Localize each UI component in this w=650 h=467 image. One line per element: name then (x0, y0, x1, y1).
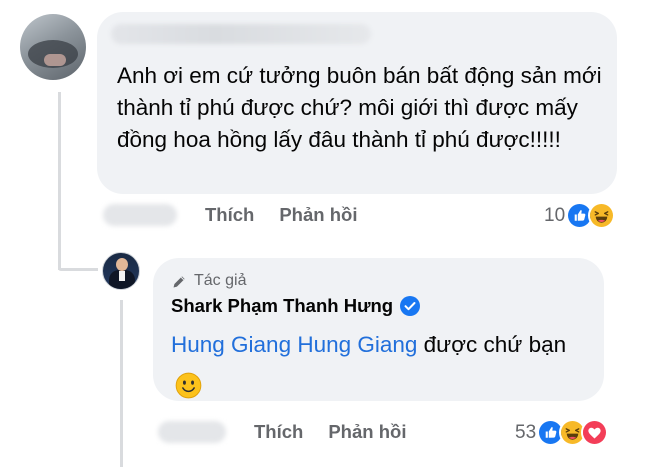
reply-text: Hung Giang Hung Giang được chứ bạn (171, 324, 591, 406)
timestamp-blurred (103, 204, 177, 226)
author-avatar[interactable] (102, 252, 140, 290)
reaction-count: 53 (515, 421, 537, 443)
comment-bubble: Anh ơi em cứ tưởng buôn bán bất động sản… (97, 12, 617, 194)
author-name[interactable]: Shark Phạm Thanh Hưng (171, 295, 421, 317)
verified-badge-icon (400, 296, 421, 316)
love-reaction-icon (581, 419, 609, 446)
author-badge: Tác giả (171, 270, 246, 292)
reactions-summary[interactable]: 53 (515, 419, 609, 446)
timestamp-blurred (158, 421, 226, 443)
commenter-name-blurred (111, 24, 371, 44)
comment-actions: Thích Phản hồi (103, 204, 357, 226)
reply-bubble: Tác giả Shark Phạm Thanh Hưng Hung Giang… (153, 258, 604, 401)
author-name-text[interactable]: Shark Phạm Thanh Hưng (171, 295, 393, 317)
reactions-summary[interactable]: 10 (544, 202, 616, 229)
mention-link[interactable]: Hung Giang Hung Giang (171, 332, 417, 357)
like-button[interactable]: Thích (205, 204, 254, 226)
thread-line (58, 92, 61, 270)
haha-reaction-icon (588, 202, 616, 229)
reply-button[interactable]: Phản hồi (279, 204, 357, 226)
author-badge-label: Tác giả (194, 272, 247, 289)
thread-line (58, 268, 98, 271)
smiling-face-emoji-icon (175, 372, 202, 399)
commenter-avatar[interactable] (20, 14, 86, 80)
thread-line (120, 300, 123, 467)
like-button[interactable]: Thích (254, 421, 303, 443)
reply-button[interactable]: Phản hồi (328, 421, 406, 443)
reaction-count: 10 (544, 204, 566, 226)
pen-icon (173, 275, 185, 287)
comment-text: Anh ơi em cứ tưởng buôn bán bất động sản… (117, 63, 602, 152)
reply-actions: Thích Phản hồi (158, 421, 406, 443)
reply-text-body: được chứ bạn (417, 332, 567, 357)
